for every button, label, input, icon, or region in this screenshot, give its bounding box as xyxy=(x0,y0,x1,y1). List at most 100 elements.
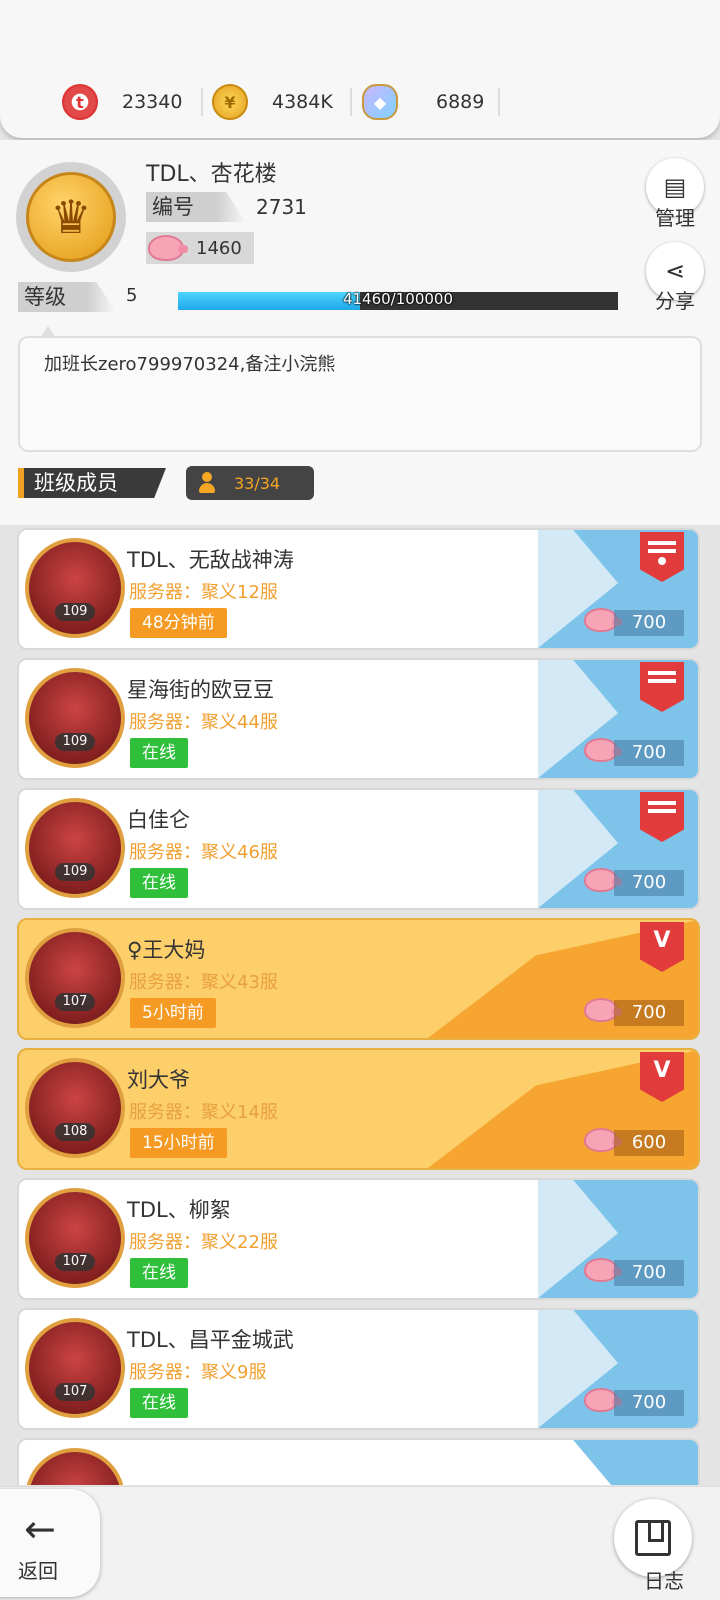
member-server: 服务器：聚义12服 xyxy=(129,582,278,603)
row-decoration xyxy=(538,1440,698,1485)
member-count-badge: 33/34 xyxy=(186,466,314,500)
divider xyxy=(201,88,203,116)
member-level: 109 xyxy=(55,603,95,621)
member-row[interactable]: 108 刘大爷 服务器：聚义14服 15小时前 V 600 xyxy=(17,1048,700,1170)
back-button[interactable]: ← 返回 xyxy=(0,1489,100,1597)
member-level: 109 xyxy=(55,863,95,881)
member-name: ♀王大妈 xyxy=(127,938,206,962)
person-icon xyxy=(198,472,216,494)
level-label: 等级 xyxy=(18,282,116,312)
member-status: 在线 xyxy=(130,868,188,898)
member-row[interactable]: 107 ♀王大妈 服务器：聚义43服 5小时前 V 700 xyxy=(17,918,700,1040)
piggy-bank-icon xyxy=(584,738,622,764)
member-level: 108 xyxy=(55,1123,95,1141)
book-icon xyxy=(635,1520,671,1556)
member-list[interactable]: 109 TDL、无敌战神涛 服务器：聚义12服 48分钟前 700 109 星海街的欧豆豆服… xyxy=(0,525,720,1485)
member-level: 109 xyxy=(55,733,95,751)
member-name: TDL、无敌战神涛 xyxy=(127,548,294,572)
members-section-title: 班级成员 xyxy=(18,468,166,498)
share-label: 分享 xyxy=(655,289,695,313)
member-avatar[interactable] xyxy=(25,928,125,1028)
member-row[interactable]: 107 TDL、柳絮服务器：聚义22服在线 700 xyxy=(17,1178,700,1300)
club-id-label: 编号 xyxy=(146,192,246,222)
member-contribution: 700 xyxy=(614,870,684,896)
member-level: 107 xyxy=(55,1253,95,1271)
piggy-bank-icon xyxy=(148,235,188,261)
member-server: 服务器：聚义44服 xyxy=(129,712,278,733)
crown-icon: ♛ xyxy=(26,172,116,262)
member-status: 5小时前 xyxy=(130,998,216,1028)
member-avatar[interactable] xyxy=(25,668,125,768)
member-status: 48分钟前 xyxy=(130,608,227,638)
document-gear-icon: ▤ xyxy=(663,173,687,201)
piggy-bank-icon xyxy=(584,608,622,634)
level-value: 5 xyxy=(126,285,138,306)
level-progress-text: 41460/100000 xyxy=(342,290,454,308)
member-status: 在线 xyxy=(130,738,188,768)
member-server: 服务器：聚义43服 xyxy=(129,972,278,993)
club-crest: ♛ xyxy=(16,162,126,272)
member-row[interactable]: 107 TDL、昌平金城武 服务器：聚义9服在线 700 xyxy=(17,1308,700,1430)
level-progress-bar: 41460/100000 xyxy=(178,290,618,310)
currency-coins-value: 4384K xyxy=(272,91,333,113)
currency-crystal[interactable]: ◆ 6889 xyxy=(362,82,484,122)
bottom-bar: ← 返回 日志 xyxy=(0,1486,720,1600)
member-row[interactable] xyxy=(17,1438,700,1485)
member-count: 33/34 xyxy=(234,473,281,493)
member-contribution: 700 xyxy=(614,610,684,636)
member-server: 服务器：聚义22服 xyxy=(129,1232,278,1253)
member-level: 107 xyxy=(55,993,95,1011)
currency-crystal-value: 6889 xyxy=(436,91,485,113)
piggy-bank-icon xyxy=(584,998,622,1024)
member-server: 服务器：聚义9服 xyxy=(129,1362,267,1383)
piggy-bank-icon xyxy=(584,1388,622,1414)
piggy-bank-icon xyxy=(584,1128,622,1154)
back-arrow-icon: ← xyxy=(24,1507,56,1551)
member-contribution: 700 xyxy=(614,1260,684,1286)
member-status: 15小时前 xyxy=(130,1128,227,1158)
red-token-icon: t xyxy=(62,84,98,120)
club-name: TDL、杏花楼 xyxy=(146,162,277,187)
member-name: 白佳仑 xyxy=(127,808,190,832)
manage-label: 管理 xyxy=(655,206,695,230)
member-contribution: 700 xyxy=(614,740,684,766)
member-level: 107 xyxy=(55,1383,95,1401)
member-name: TDL、昌平金城武 xyxy=(127,1328,294,1352)
log-label: 日志 xyxy=(644,1569,684,1593)
club-id-value: 2731 xyxy=(256,195,307,219)
member-avatar[interactable] xyxy=(25,1448,125,1485)
member-server: 服务器：聚义46服 xyxy=(129,842,278,863)
member-name: 刘大爷 xyxy=(127,1068,190,1092)
member-row[interactable]: 109 白佳仑服务器：聚义46服在线 700 xyxy=(17,788,700,910)
member-avatar[interactable] xyxy=(25,1188,125,1288)
divider xyxy=(498,88,500,116)
member-contribution: 600 xyxy=(614,1130,684,1156)
club-notice: 加班长zero799970324,备注小浣熊 xyxy=(18,326,702,452)
gold-coin-icon: ¥ xyxy=(212,84,248,120)
member-avatar[interactable] xyxy=(25,538,125,638)
back-label: 返回 xyxy=(18,1559,58,1583)
member-row[interactable]: 109 TDL、无敌战神涛 服务器：聚义12服 48分钟前 700 xyxy=(17,528,700,650)
currency-tokens-value: 23340 xyxy=(122,91,183,113)
share-icon: ⋖ xyxy=(664,257,686,285)
crystal-pendant-icon: ◆ xyxy=(362,84,398,120)
member-row[interactable]: 109 星海街的欧豆豆 服务器：聚义44服 在线 700 xyxy=(17,658,700,780)
member-avatar[interactable] xyxy=(25,1318,125,1418)
member-contribution: 700 xyxy=(614,1000,684,1026)
member-status: 在线 xyxy=(130,1258,188,1288)
club-info-panel: ♛ TDL、杏花楼 编号 2731 1460 ▤ 管理 ⋖ 分享 等级 5 41… xyxy=(0,140,720,525)
member-status: 在线 xyxy=(130,1388,188,1418)
currency-coins[interactable]: ¥ 4384K xyxy=(212,82,333,122)
member-avatar[interactable] xyxy=(25,798,125,898)
member-avatar[interactable] xyxy=(25,1058,125,1158)
member-server: 服务器：聚义14服 xyxy=(129,1102,278,1123)
club-funds: 1460 xyxy=(146,232,254,264)
currency-bar: t 23340 ¥ 4384K ◆ 6889 xyxy=(0,0,720,138)
divider xyxy=(350,88,352,116)
currency-tokens[interactable]: t 23340 xyxy=(62,82,182,122)
club-funds-value: 1460 xyxy=(196,237,242,259)
member-contribution: 700 xyxy=(614,1390,684,1416)
member-name: TDL、柳絮 xyxy=(127,1198,231,1222)
piggy-bank-icon xyxy=(584,868,622,894)
piggy-bank-icon xyxy=(584,1258,622,1284)
